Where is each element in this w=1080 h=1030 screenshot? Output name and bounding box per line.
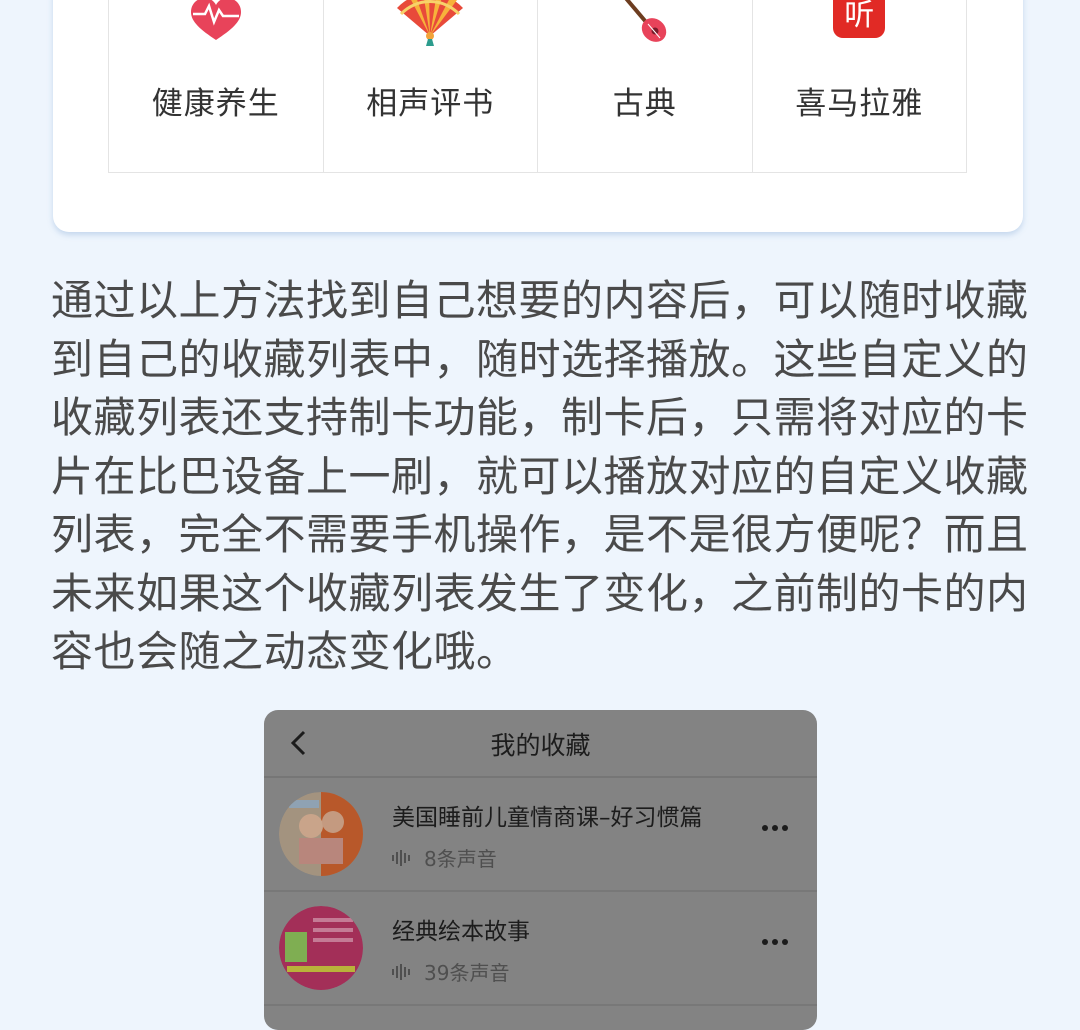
category-label: 相声评书 bbox=[366, 86, 495, 122]
sound-wave-icon bbox=[392, 849, 410, 866]
sound-count: 8条声音 bbox=[424, 847, 497, 871]
category-label: 喜马拉雅 bbox=[795, 86, 924, 122]
album-thumbnail bbox=[279, 792, 363, 876]
guitar-icon bbox=[624, 0, 666, 42]
category-label: 健康养生 bbox=[151, 86, 280, 122]
album-title: 经典绘本故事 bbox=[392, 919, 530, 945]
list-item[interactable]: 经典绘本故事 39条声音 bbox=[264, 892, 817, 1006]
folding-fan-icon bbox=[397, 0, 464, 46]
heart-pulse-icon bbox=[190, 0, 241, 40]
favorites-header: 我的收藏 bbox=[264, 710, 817, 778]
more-options-icon[interactable] bbox=[761, 824, 789, 832]
category-health[interactable]: 健康养生 bbox=[109, 0, 324, 172]
category-crosstalk[interactable]: 相声评书 bbox=[324, 0, 538, 172]
album-meta: 8条声音 bbox=[392, 843, 497, 872]
album-meta: 39条声音 bbox=[392, 957, 509, 986]
album-title: 美国睡前儿童情商课–好习惯篇 bbox=[392, 805, 703, 831]
logo-text: 听 bbox=[844, 0, 875, 33]
favorites-title: 我的收藏 bbox=[490, 731, 591, 760]
sound-count: 39条声音 bbox=[424, 961, 510, 985]
category-ximalaya[interactable]: 听 喜马拉雅 bbox=[753, 0, 967, 172]
ximalaya-ting-icon: 听 bbox=[833, 0, 886, 38]
category-grid: 健康养生 相声评书 古典 听 喜马拉雅 bbox=[108, 0, 967, 173]
category-classical[interactable]: 古典 bbox=[538, 0, 753, 172]
description-paragraph: 通过以上方法找到自己想要的内容后，可以随时收藏到自己的收藏列表中，随时选择播放。… bbox=[51, 276, 1029, 676]
category-label: 古典 bbox=[612, 86, 677, 122]
album-thumbnail bbox=[279, 906, 363, 990]
favorites-screenshot: 我的收藏 美国睡前儿童情商课–好习惯篇 8条声音 经典绘本故事 39条声音 bbox=[264, 710, 817, 1030]
sound-wave-icon bbox=[392, 963, 410, 980]
list-item[interactable]: 美国睡前儿童情商课–好习惯篇 8条声音 bbox=[264, 778, 817, 892]
more-options-icon[interactable] bbox=[761, 938, 789, 946]
